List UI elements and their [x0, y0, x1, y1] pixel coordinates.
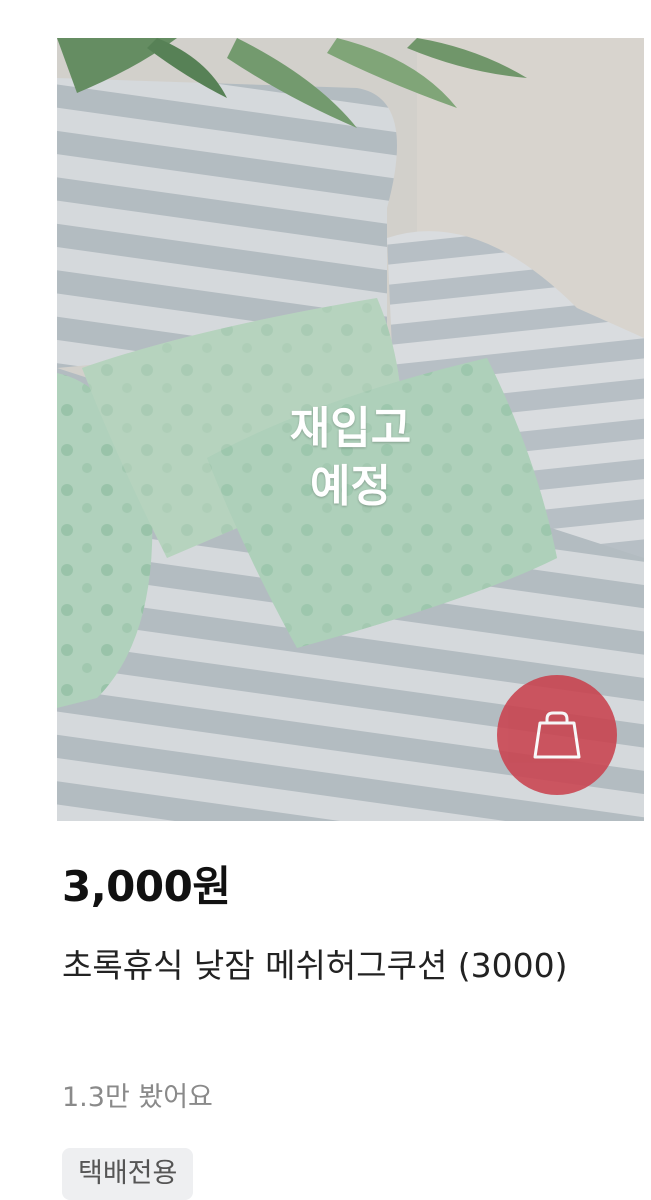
restock-label-line1: 재입고 [289, 403, 412, 454]
product-card[interactable]: 재입고 예정 3,000원 초록휴식 낮잠 메쉬허그쿠션 (3000) 1.3만… [0, 0, 651, 1200]
product-title[interactable]: 초록휴식 낮잠 메쉬허그쿠션 (3000) [62, 938, 637, 993]
add-to-cart-button[interactable] [497, 675, 617, 795]
shopping-bag-icon [533, 711, 581, 759]
product-image[interactable]: 재입고 예정 [57, 38, 644, 821]
restock-overlay: 재입고 예정 [57, 400, 644, 516]
product-price: 3,000원 [62, 862, 231, 911]
delivery-badge: 택배전용 [62, 1148, 194, 1200]
view-count: 1.3만 봤어요 [62, 1082, 213, 1113]
restock-label-line2: 예정 [310, 461, 391, 512]
